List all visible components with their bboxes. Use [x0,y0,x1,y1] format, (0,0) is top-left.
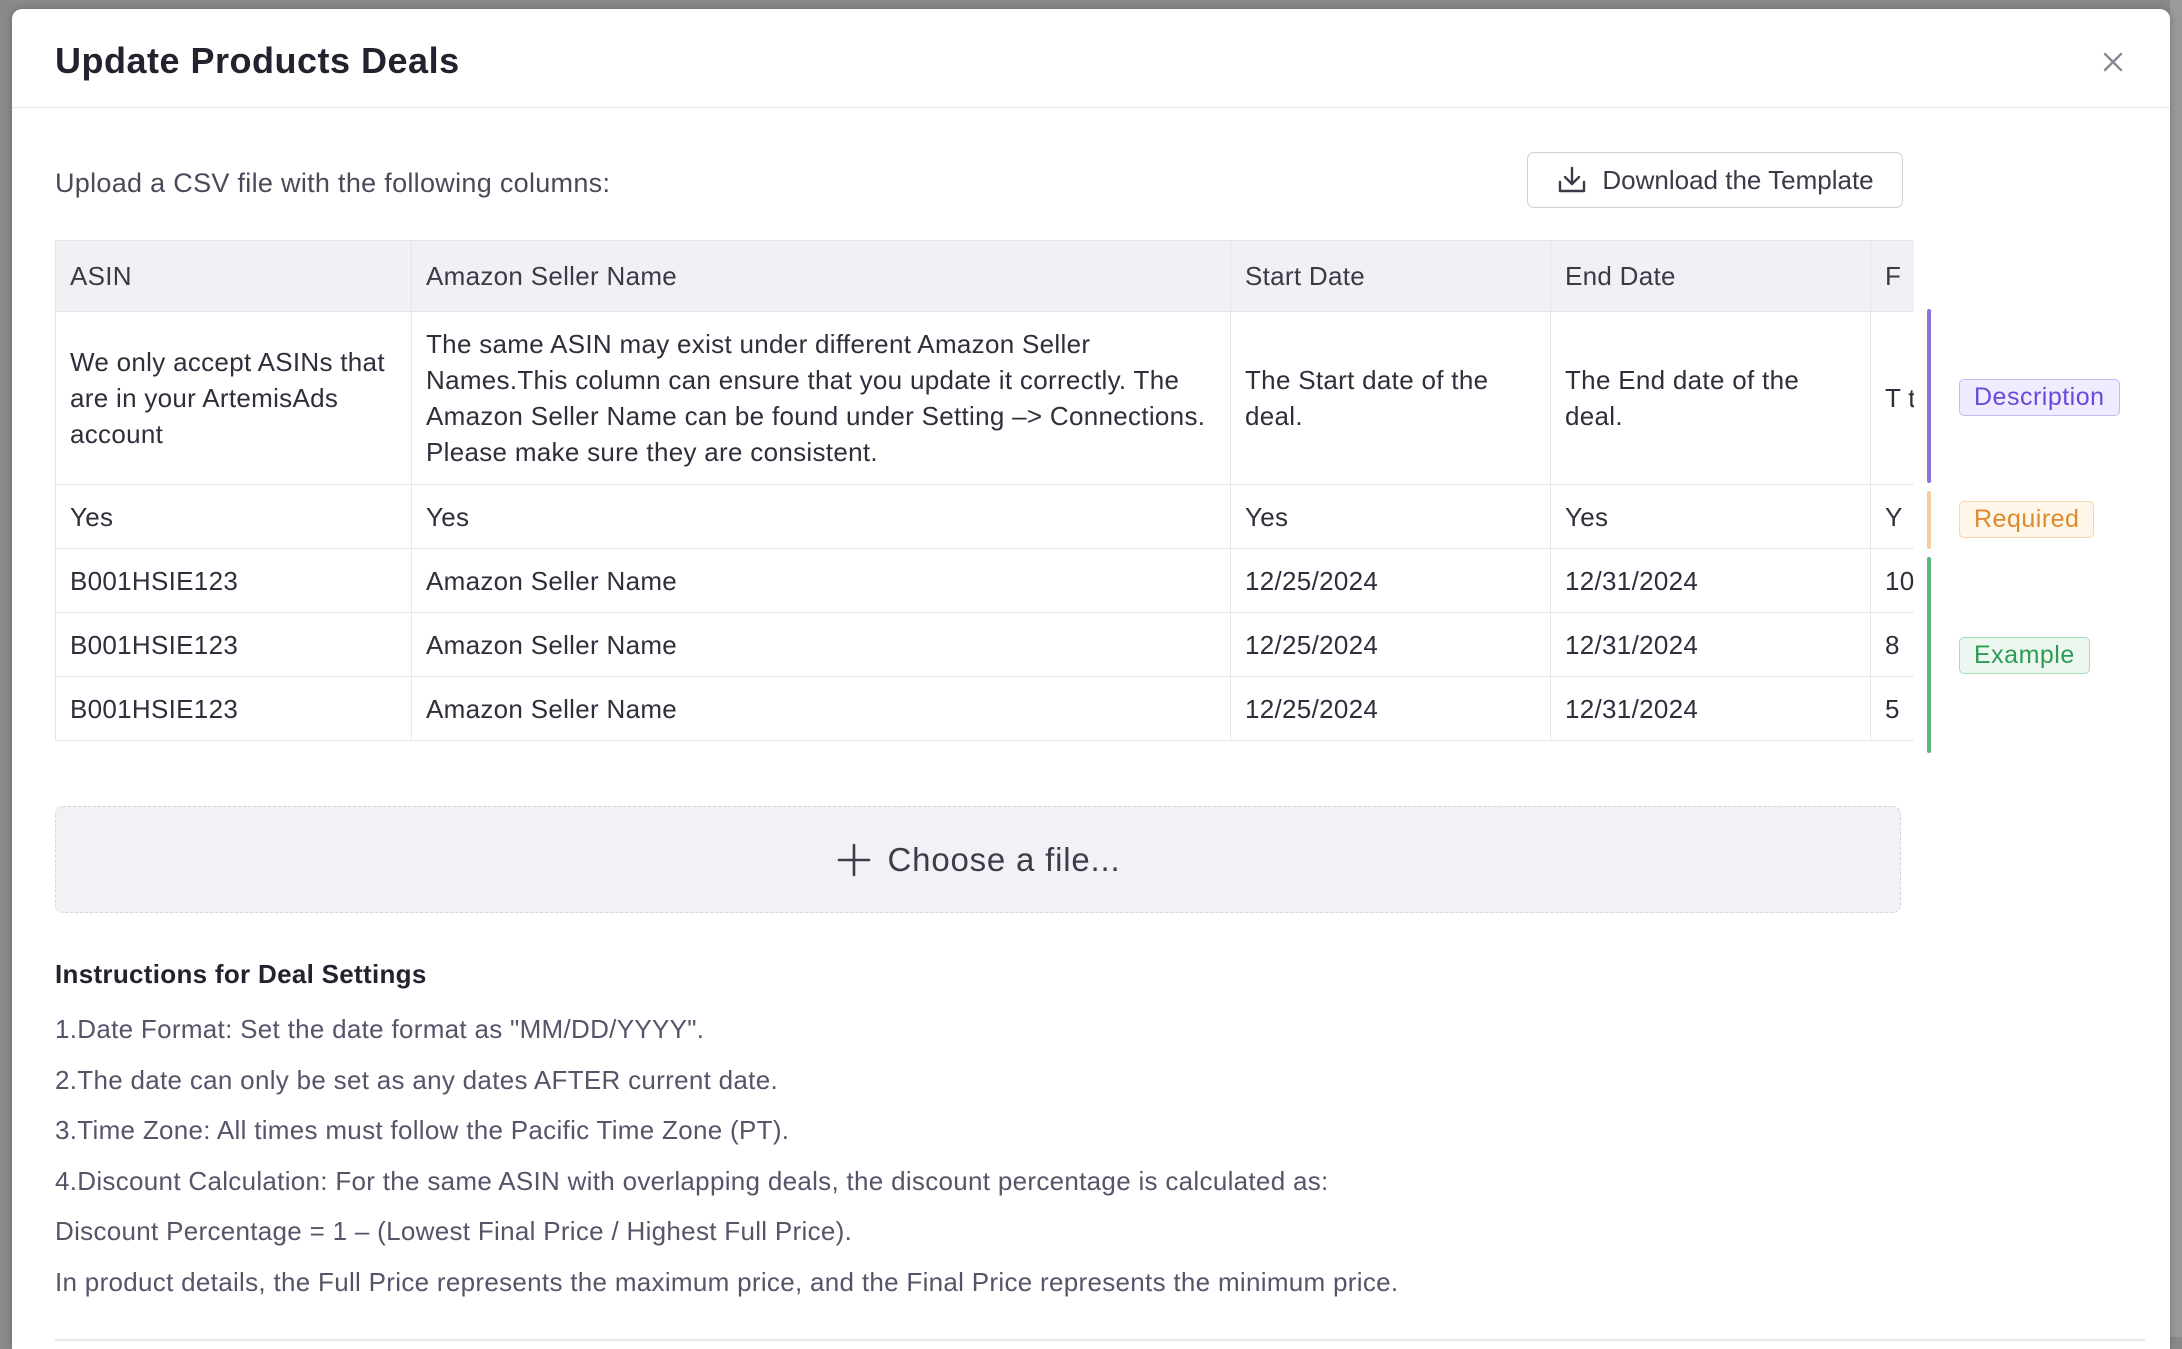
download-template-label: Download the Template [1602,164,1874,195]
choose-file-dropzone[interactable]: Choose a file... [55,806,1901,913]
intro-row: Upload a CSV file with the following col… [55,152,1903,212]
table-cell: Y [1870,484,1914,549]
instruction-line: 2.The date can only be set as any dates … [55,1064,778,1095]
description-row: We only accept ASINs that are in your Ar… [55,311,1914,485]
table-cell: The Start date of the deal. [1230,311,1551,485]
columns-table-wrapper[interactable]: ASIN Amazon Seller Name Start Date End D… [55,240,1914,750]
table-header-row: ASIN Amazon Seller Name Start Date End D… [55,240,1914,312]
table-cell: 12/25/2024 [1230,676,1551,741]
required-row: Yes Yes Yes Yes Y [55,484,1914,549]
modal-header: Update Products Deals [12,9,2170,108]
table-cell: Amazon Seller Name [411,676,1231,741]
instructions-section: Instructions for Deal Settings 1.Date Fo… [55,959,1955,1307]
columns-table: ASIN Amazon Seller Name Start Date End D… [55,240,1914,741]
table-cell: 12/25/2024 [1230,612,1551,677]
description-tag: Description [1959,379,2120,416]
table-cell: 12/25/2024 [1230,548,1551,613]
table-cell: Amazon Seller Name [411,548,1231,613]
example-row: B001HSIE123 Amazon Seller Name 12/25/202… [55,612,1914,677]
backdrop [2170,0,2182,1337]
table-cell: B001HSIE123 [55,676,412,741]
table-cell: B001HSIE123 [55,548,412,613]
table-cell: B001HSIE123 [55,612,412,677]
instruction-line: In product details, the Full Price repre… [55,1266,1399,1297]
header-end-date: End Date [1550,240,1871,312]
table-cell: 5 [1870,676,1914,741]
update-deals-modal: Update Products Deals Upload a CSV file … [12,9,2170,1349]
header-start-date: Start Date [1230,240,1551,312]
table-cell: 10 [1870,548,1914,613]
row-legend: Description Required Example [1927,309,2167,759]
example-bar [1927,557,1931,753]
table-cell: 8 [1870,612,1914,677]
table-cell: Amazon Seller Name [411,612,1231,677]
table-cell: 12/31/2024 [1550,548,1871,613]
instruction-line: 1.Date Format: Set the date format as "M… [55,1014,705,1044]
table-cell: The End date of the deal. [1550,311,1871,485]
instruction-line: 4.Discount Calculation: For the same ASI… [55,1165,1329,1196]
table-cell: 12/31/2024 [1550,676,1871,741]
description-bar [1927,309,1931,483]
modal-title: Update Products Deals [55,40,460,81]
choose-file-label: Choose a file... [887,840,1121,878]
plus-icon [837,843,870,876]
table-cell: 12/31/2024 [1550,612,1871,677]
instructions-title: Instructions for Deal Settings [55,959,427,989]
table-cell: Yes [1550,484,1871,549]
example-row: B001HSIE123 Amazon Seller Name 12/25/202… [55,676,1914,741]
download-icon [1559,166,1586,193]
example-tag: Example [1959,637,2090,674]
required-tag: Required [1959,501,2095,538]
close-icon [2103,52,2123,72]
intro-text: Upload a CSV file with the following col… [55,168,611,198]
header-truncated-column: F [1870,240,1914,312]
header-asin: ASIN [55,240,412,312]
table-cell: We only accept ASINs that are in your Ar… [55,311,412,485]
download-template-button[interactable]: Download the Template [1527,152,1903,208]
divider [55,1339,2145,1341]
table-cell: The same ASIN may exist under different … [411,311,1231,485]
close-button[interactable] [2098,47,2128,77]
table-cell: T th d [1870,311,1914,485]
instruction-line: Discount Percentage = 1 – (Lowest Final … [55,1216,853,1246]
table-cell: Yes [1230,484,1551,549]
table-cell: Yes [55,484,412,549]
table-cell: Yes [411,484,1231,549]
instruction-line: 3.Time Zone: All times must follow the P… [55,1115,790,1145]
header-amazon-seller-name: Amazon Seller Name [411,240,1231,312]
example-row: B001HSIE123 Amazon Seller Name 12/25/202… [55,548,1914,613]
required-bar [1927,491,1931,549]
